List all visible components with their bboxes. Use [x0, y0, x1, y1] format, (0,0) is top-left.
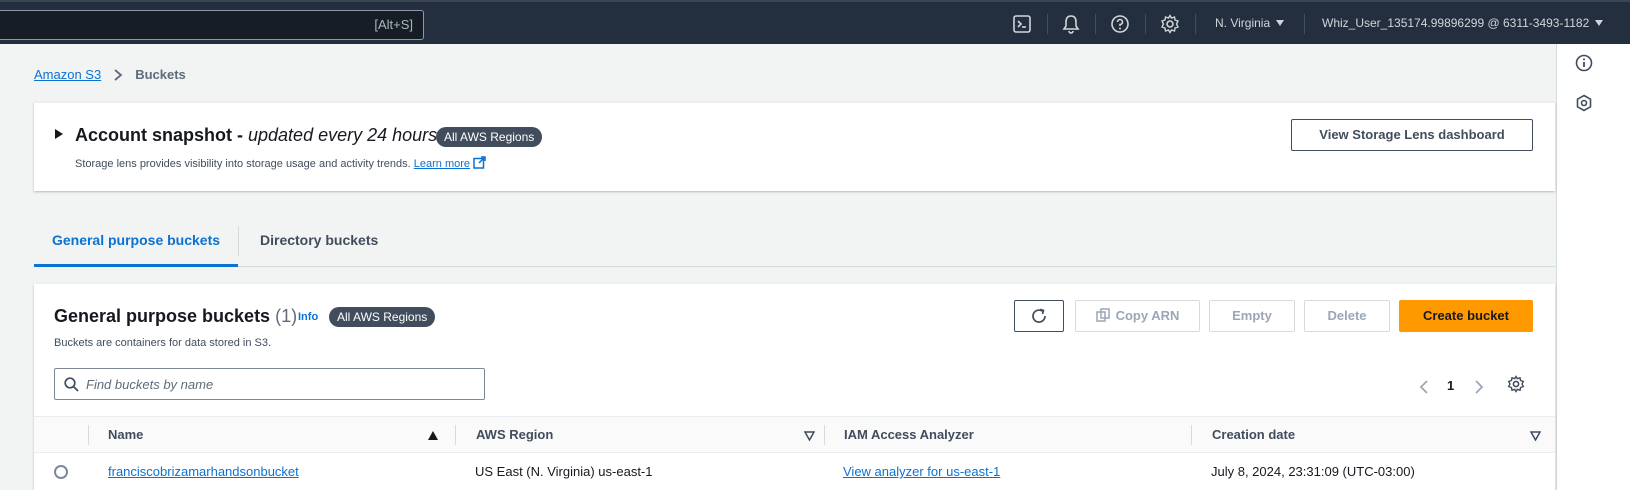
buckets-count: (1) [275, 306, 298, 326]
next-page-icon[interactable] [1474, 380, 1484, 394]
tools-rail [1556, 44, 1630, 490]
column-header-name[interactable]: Name [108, 427, 143, 442]
sort-descending-icon[interactable] [804, 431, 815, 441]
snapshot-regions-badge: All AWS Regions [436, 127, 543, 147]
bucket-name-link[interactable]: franciscobrizamarhandsonbucket [108, 464, 299, 479]
external-link-icon[interactable] [473, 156, 486, 169]
account-snapshot-panel: Account snapshot - updated every 24 hour… [34, 102, 1555, 191]
column-header-creation-date[interactable]: Creation date [1212, 427, 1295, 442]
nav-divider [1195, 14, 1196, 34]
settings-gear-icon[interactable] [1160, 14, 1180, 34]
region-selector[interactable]: N. Virginia [1215, 16, 1285, 30]
empty-button[interactable]: Empty [1209, 300, 1295, 332]
tab-divider [238, 226, 239, 256]
copy-icon [1095, 308, 1110, 322]
snapshot-description: Storage lens provides visibility into st… [75, 156, 486, 170]
bucket-type-tabs: General purpose buckets Directory bucket… [34, 222, 1555, 267]
global-search[interactable]: [Alt+S] [0, 10, 424, 40]
buckets-panel: General purpose buckets (1) Info All AWS… [34, 284, 1555, 490]
account-caret-icon [1595, 20, 1604, 26]
bucket-search-input[interactable] [86, 375, 466, 393]
current-page-number[interactable]: 1 [1447, 378, 1454, 393]
chevron-right-icon [114, 68, 123, 81]
breadcrumb-current: Buckets [135, 67, 186, 82]
cloudshell-icon[interactable] [1012, 14, 1032, 34]
table-preferences-gear-icon[interactable] [1507, 375, 1525, 393]
buckets-regions-badge: All AWS Regions [329, 307, 436, 327]
view-analyzer-link[interactable]: View analyzer for us-east-1 [843, 464, 1000, 479]
refresh-icon [1032, 308, 1046, 323]
refresh-button[interactable] [1014, 300, 1064, 332]
help-icon[interactable] [1110, 14, 1130, 34]
column-divider [1191, 425, 1192, 445]
breadcrumb: Amazon S3 Buckets [34, 67, 186, 82]
snapshot-title-italic: updated every 24 hours [248, 125, 438, 145]
expand-caret-icon[interactable] [55, 129, 63, 139]
table-row: franciscobrizamarhandsonbucket US East (… [34, 453, 1555, 490]
copy-arn-label: Copy ARN [1115, 308, 1180, 323]
table-header: Name AWS Region IAM Access Analyzer Crea… [34, 416, 1555, 453]
buckets-title-text: General purpose buckets [54, 306, 271, 326]
bucket-creation-date: July 8, 2024, 23:31:09 (UTC-03:00) [1211, 464, 1415, 479]
bucket-region: US East (N. Virginia) us-east-1 [475, 464, 653, 479]
buckets-description: Buckets are containers for data stored i… [54, 337, 272, 349]
breadcrumb-amazon-s3[interactable]: Amazon S3 [34, 67, 101, 82]
nav-divider [1047, 14, 1048, 34]
column-divider [88, 425, 89, 445]
delete-button[interactable]: Delete [1304, 300, 1390, 332]
info-panel-icon[interactable] [1575, 54, 1593, 72]
nav-divider [1095, 14, 1096, 34]
sort-descending-icon[interactable] [1530, 431, 1541, 441]
tab-general-purpose-buckets[interactable]: General purpose buckets [34, 222, 238, 267]
column-divider [455, 425, 456, 445]
feedback-hexagon-icon[interactable] [1575, 94, 1593, 112]
column-divider [824, 425, 825, 445]
nav-divider [1304, 14, 1305, 34]
view-storage-lens-button[interactable]: View Storage Lens dashboard [1291, 119, 1533, 151]
snapshot-description-text: Storage lens provides visibility into st… [75, 158, 411, 170]
column-header-iam-access-analyzer[interactable]: IAM Access Analyzer [844, 427, 974, 442]
create-bucket-button[interactable]: Create bucket [1399, 300, 1533, 332]
search-icon [64, 377, 79, 392]
nav-divider [1145, 14, 1146, 34]
copy-arn-button[interactable]: Copy ARN [1075, 300, 1200, 332]
search-shortcut-hint: [Alt+S] [374, 17, 413, 32]
column-header-region[interactable]: AWS Region [476, 427, 553, 442]
snapshot-title-text: Account snapshot - [75, 125, 249, 145]
learn-more-link[interactable]: Learn more [414, 158, 470, 170]
previous-page-icon[interactable] [1419, 380, 1429, 394]
account-menu[interactable]: Whiz_User_135174.99896299 @ 6311-3493-11… [1322, 16, 1604, 30]
region-caret-icon [1276, 20, 1285, 26]
row-select-radio[interactable] [54, 465, 68, 479]
tab-directory-buckets[interactable]: Directory buckets [260, 222, 378, 267]
info-link[interactable]: Info [298, 311, 318, 323]
bucket-filter[interactable] [54, 368, 485, 400]
buckets-title: General purpose buckets (1) [54, 306, 297, 327]
notifications-icon[interactable] [1061, 14, 1081, 34]
region-label: N. Virginia [1215, 16, 1271, 30]
account-label: Whiz_User_135174.99896299 @ 6311-3493-11… [1322, 16, 1590, 30]
snapshot-title[interactable]: Account snapshot - updated every 24 hour… [75, 125, 437, 146]
top-navigation: [Alt+S] N. Virginia Whiz_User_135174.998… [0, 0, 1630, 44]
sort-ascending-icon[interactable] [428, 431, 438, 440]
